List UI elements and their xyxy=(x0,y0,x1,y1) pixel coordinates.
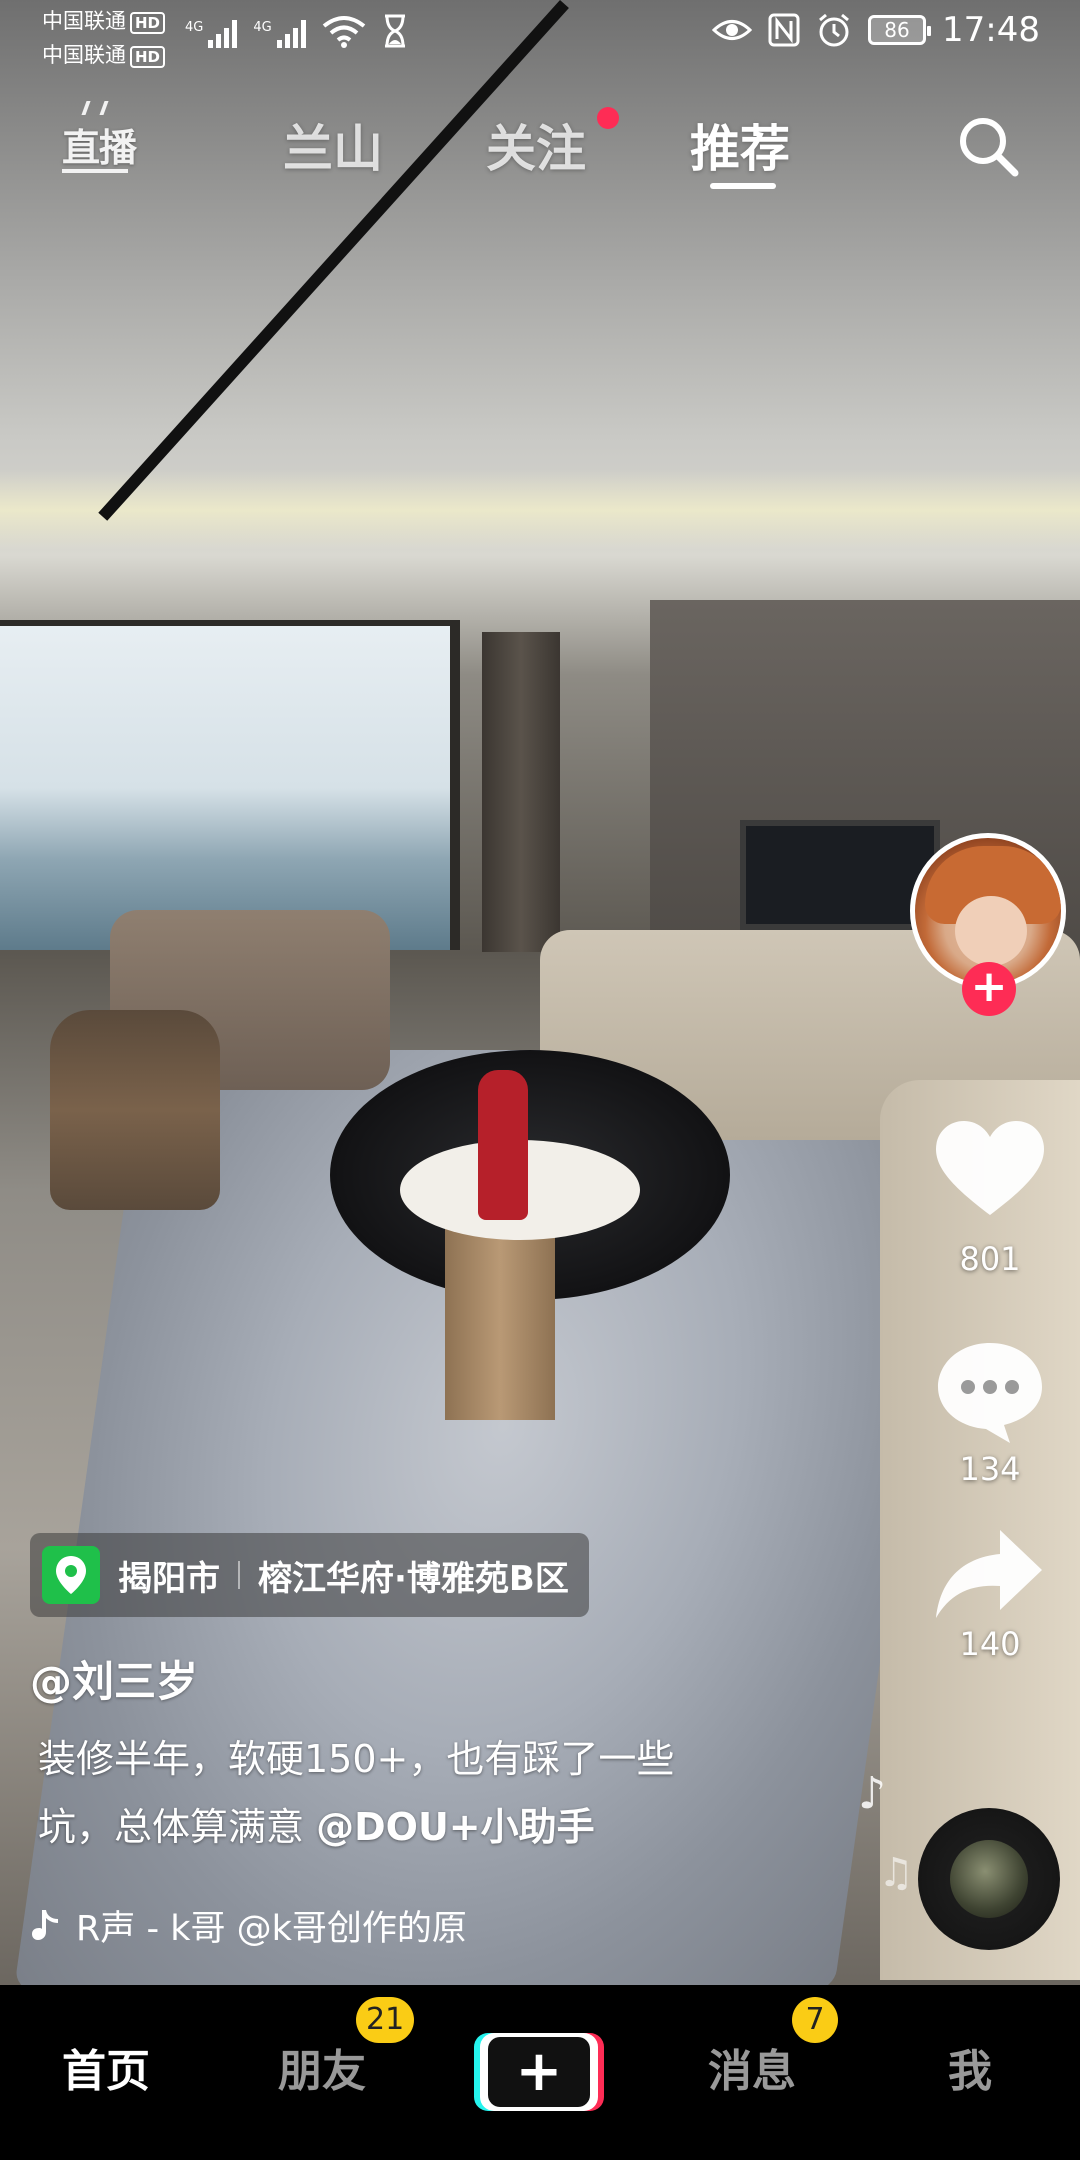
side-stool xyxy=(50,1010,220,1210)
tab-recommended[interactable]: 推荐 xyxy=(690,109,790,181)
share-count: 140 xyxy=(959,1625,1021,1663)
location-city: 揭阳市 xyxy=(118,1558,220,1599)
create-post-button[interactable]: + xyxy=(480,2033,598,2111)
description-line-1: 装修半年，软硬150+，也有踩了一些 xyxy=(38,1737,675,1781)
tiktok-note-icon xyxy=(32,1909,58,1940)
music-disc-button[interactable] xyxy=(918,1808,1060,1950)
music-marquee[interactable]: R声 - k哥 @k哥创作的原 xyxy=(30,1900,590,1951)
ceiling-track-light xyxy=(98,0,569,521)
like-count: 801 xyxy=(959,1240,1021,1278)
nfc-icon xyxy=(768,13,800,47)
active-tab-indicator xyxy=(710,183,776,189)
comment-count: 134 xyxy=(959,1450,1021,1488)
red-vase xyxy=(478,1070,528,1220)
author-name[interactable]: @刘三岁 xyxy=(30,1648,198,1709)
hd-badge: HD xyxy=(130,46,166,68)
top-nav: 直播 兰山 关注 推荐 xyxy=(0,95,1080,189)
nav-messages[interactable]: 消息 xyxy=(708,2035,796,2099)
share-arrow-icon[interactable] xyxy=(930,1520,1050,1630)
carrier-2-name: 中国联通 xyxy=(42,43,126,67)
carrier-2: 中国联通 HD xyxy=(42,40,166,70)
plus-icon: + xyxy=(488,2037,590,2107)
curtain xyxy=(482,632,560,952)
friends-badge: 21 xyxy=(356,1997,415,2043)
alarm-icon xyxy=(819,13,849,47)
window-view xyxy=(0,620,460,950)
post-description: 装修半年，软硬150+，也有踩了一些 坑，总体算满意 @DOU+小助手 xyxy=(38,1725,798,1861)
wifi-icon xyxy=(322,16,365,48)
network-2-label: 4G xyxy=(253,20,272,35)
description-text: 坑，总体算满意 xyxy=(38,1805,317,1849)
live-underline xyxy=(62,169,128,173)
music-note-icon: ♫ xyxy=(878,1850,914,1896)
hd-badge: HD xyxy=(130,12,166,34)
messages-badge: 7 xyxy=(792,1997,838,2043)
bottom-nav: 首页 朋友 21 + 消息 7 我 xyxy=(0,1985,1080,2160)
carrier-1-name: 中国联通 xyxy=(42,9,126,33)
eye-comfort-icon xyxy=(712,20,753,40)
location-tag[interactable]: 揭阳市 榕江华府·博雅苑B区 xyxy=(30,1533,589,1617)
battery-level: 86 xyxy=(884,18,910,42)
hourglass-icon xyxy=(384,14,405,48)
tab-following[interactable]: 关注 xyxy=(486,109,586,181)
clock: 17:48 xyxy=(942,10,1040,50)
signal-2-icon: 4G xyxy=(253,20,306,48)
like-heart-icon[interactable] xyxy=(930,1115,1050,1225)
music-note-icon: ♪ xyxy=(858,1768,887,1819)
avatar-face xyxy=(955,896,1027,966)
status-right: 86 17:48 xyxy=(712,10,1040,50)
network-1-label: 4G xyxy=(185,20,204,35)
follow-button[interactable]: + xyxy=(962,962,1016,1016)
comment-icon[interactable] xyxy=(930,1335,1050,1445)
status-bar: 中国联通 HD 中国联通 HD 4G 4G 86 17:48 xyxy=(0,0,1080,70)
signal-1-icon: 4G xyxy=(185,20,238,48)
live-icon xyxy=(81,101,109,115)
side-table-base xyxy=(445,1220,555,1420)
nav-friends[interactable]: 朋友 xyxy=(278,2035,366,2099)
description-line-2: 坑，总体算满意 @DOU+小助手 xyxy=(38,1793,798,1861)
carrier-1: 中国联通 HD xyxy=(42,6,166,36)
following-notification-dot xyxy=(597,107,619,129)
location-pin-icon xyxy=(42,1546,100,1604)
music-cover-image xyxy=(950,1840,1028,1918)
mention-link[interactable]: @DOU+小助手 xyxy=(316,1805,595,1849)
ceiling-light xyxy=(0,470,1080,550)
live-label: 直播 xyxy=(62,126,137,170)
battery-icon: 86 xyxy=(868,15,932,45)
location-divider xyxy=(238,1561,240,1589)
tab-local[interactable]: 兰山 xyxy=(283,109,383,181)
nav-home[interactable]: 首页 xyxy=(62,2035,150,2099)
music-title: R声 - k哥 @k哥创作的原 xyxy=(76,1909,467,1949)
location-place: 榕江华府·博雅苑B区 xyxy=(258,1558,569,1599)
search-icon[interactable] xyxy=(955,113,1021,179)
nav-profile[interactable]: 我 xyxy=(948,2035,992,2099)
signal-indicators: 4G 4G xyxy=(185,14,408,48)
